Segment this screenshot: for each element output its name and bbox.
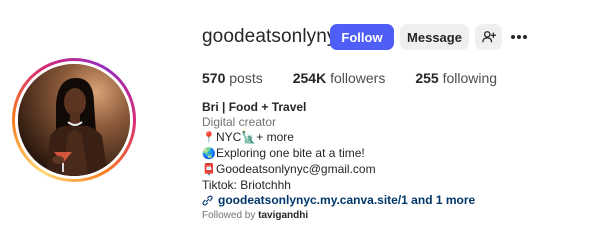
following-label: following [442,70,498,86]
following-stat[interactable]: 255 following [415,70,497,86]
bio-email-text: Goodeatsonlynyc@gmail.com [216,162,376,176]
avatar-story-ring[interactable] [12,58,136,182]
username: goodeatsonlynyc [202,26,347,47]
mailbox-icon: 📮 [202,164,216,176]
bio-line-tiktok: Tiktok: Briotchhh [202,178,291,192]
more-horizontal-icon [511,35,527,39]
posts-count: 570 [202,70,226,86]
avatar-image [18,64,130,176]
message-button[interactable]: Message [400,24,469,50]
bio-external-link[interactable]: goodeatsonlynyc.my.canva.site/1 and 1 mo… [202,193,475,208]
pin-icon: 📍 [202,132,216,144]
followed-by[interactable]: Followed by tavigandhi [202,210,308,221]
profile-page: goodeatsonlynyc Follow Message 570 posts… [0,0,600,246]
follow-button[interactable]: Follow [330,24,394,50]
following-count: 255 [415,70,439,86]
followers-count: 254K [292,70,327,86]
globe-icon: 🌏 [202,148,216,160]
bio-link-text: goodeatsonlynyc.my.canva.site/1 and 1 mo… [218,193,476,207]
category-label: Digital creator [202,115,277,129]
display-name: Bri | Food + Travel [202,100,307,114]
bio-line-email: 📮Goodeatsonlynyc@gmail.com [202,162,475,178]
add-person-icon [481,31,496,43]
message-button-label: Message [407,29,462,45]
bio-line-location: 📍NYC🗽+ more [202,130,475,146]
follow-button-label: Follow [341,29,383,45]
followers-stat[interactable]: 254K followers [293,70,386,86]
link-icon [202,195,213,206]
bio-location-text: NYC🗽+ more [216,130,294,144]
followed-by-prefix: Followed by [202,210,256,221]
posts-label: posts [229,70,263,86]
profile-stats: 570 posts 254K followers 255 following [202,70,527,86]
bio-line-tagline: 🌏Exploring one bite at a time! [202,146,475,162]
profile-bio: Bri | Food + Travel Digital creator 📍NYC… [202,100,475,208]
more-options-button[interactable] [506,24,532,50]
posts-stat: 570 posts [202,70,263,86]
bio-tagline-text: Exploring one bite at a time! [216,146,365,160]
followed-by-user: tavigandhi [258,210,309,221]
suggest-user-button[interactable] [475,24,502,50]
followers-label: followers [330,70,386,86]
avatar[interactable] [18,64,130,176]
